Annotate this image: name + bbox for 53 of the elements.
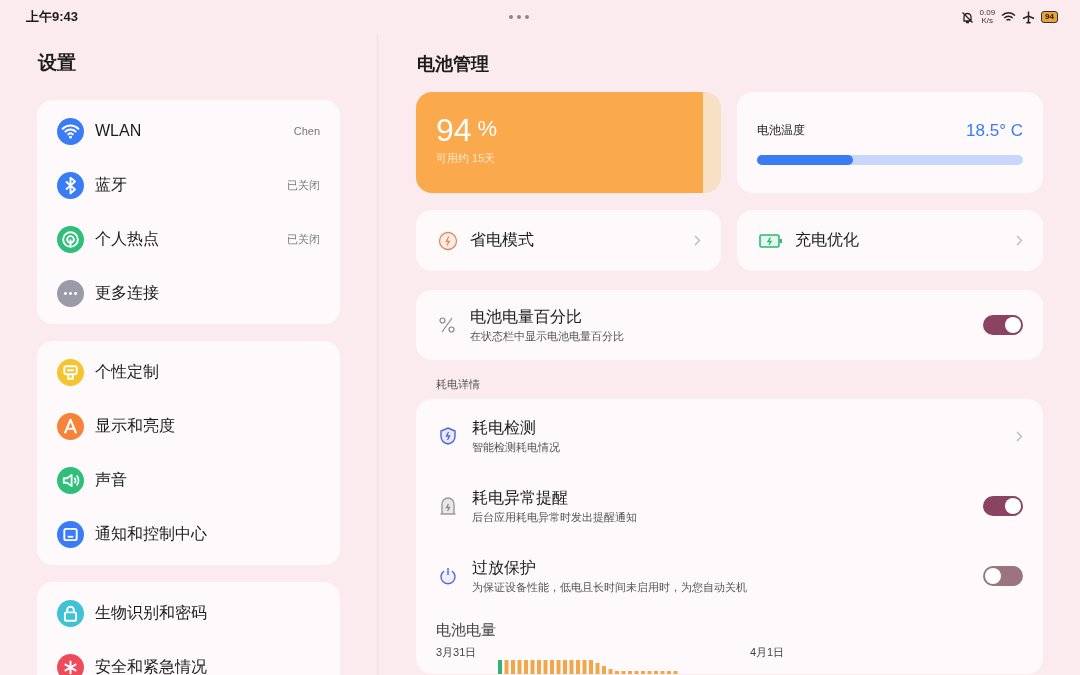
toggle-switch[interactable] [983, 315, 1023, 335]
sidebar-item[interactable]: 蓝牙 已关闭 [37, 158, 340, 212]
toggle-switch[interactable] [983, 566, 1023, 586]
sidebar-item[interactable]: 通知和控制中心 [37, 507, 340, 561]
item-status: 已关闭 [287, 231, 320, 247]
percent-unit: % [477, 116, 498, 142]
sidebar-item[interactable]: WLAN Chen [37, 104, 340, 158]
chevron-right-icon [1016, 430, 1023, 442]
menu-card[interactable]: 省电模式 [416, 210, 721, 271]
setting-description: 智能检测耗电情况 [472, 439, 560, 455]
wifi-icon [1001, 11, 1017, 23]
sidebar-item[interactable]: 个人热点 已关闭 [37, 212, 340, 266]
power-icon [438, 566, 458, 586]
sidebar-item[interactable]: 安全和紧急情况 [37, 640, 340, 675]
date-label: 3月31日 [436, 645, 478, 660]
page-title: 电池管理 [417, 53, 489, 76]
tombstone-bolt-icon [438, 496, 458, 516]
more-dots-icon[interactable] [508, 14, 531, 20]
setting-description: 在状态栏中显示电池电量百分比 [470, 328, 624, 344]
percent-icon [438, 316, 456, 334]
setting-title: 耗电异常提醒 [472, 487, 568, 508]
chart-title: 电池电量 [436, 621, 496, 640]
toggle-switch[interactable] [983, 496, 1023, 516]
date-label: 4月1日 [750, 645, 785, 660]
bolt-circle-icon [438, 230, 458, 251]
sidebar-item[interactable]: 声音 [37, 453, 340, 507]
temperature-value: 18.5° C [966, 120, 1023, 141]
sidebar-item[interactable]: 个性定制 [37, 345, 340, 399]
section-label: 耗电详情 [436, 377, 480, 392]
setting-title: 过放保护 [472, 557, 536, 578]
sidebar-item[interactable]: 更多连接 [37, 266, 340, 320]
item-status: Chen [293, 125, 320, 137]
network-speed: 0.09 K/s [979, 9, 996, 25]
sidebar-item[interactable]: 显示和亮度 [37, 399, 340, 453]
menu-card[interactable]: 充电优化 [737, 210, 1043, 271]
setting-description: 后台应用耗电异常时发出提醒通知 [472, 509, 637, 525]
airplane-icon [1022, 10, 1036, 24]
battery-estimate: 可用约 15天 [436, 151, 497, 166]
chevron-right-icon [694, 235, 701, 246]
item-status: 已关闭 [287, 177, 320, 193]
clock-time: 上午9:43 [26, 8, 79, 26]
sidebar-item[interactable]: 生物识别和密码 [37, 586, 340, 640]
shield-bolt-icon [438, 426, 458, 446]
muted-bell-icon [960, 10, 974, 24]
setting-title: 耗电检测 [472, 417, 536, 438]
setting-title: 电池电量百分比 [470, 306, 582, 327]
setting-description: 为保证设备性能，低电且长时间未启用时，为您自动关机 [472, 579, 747, 595]
battery-percent: 94 [436, 112, 472, 149]
settings-title: 设置 [38, 51, 76, 75]
chevron-right-icon [1016, 235, 1023, 246]
battery-indicator: 94 [1041, 11, 1058, 23]
battery-bolt-icon [759, 232, 783, 249]
temperature-label: 电池温度 [757, 122, 805, 139]
